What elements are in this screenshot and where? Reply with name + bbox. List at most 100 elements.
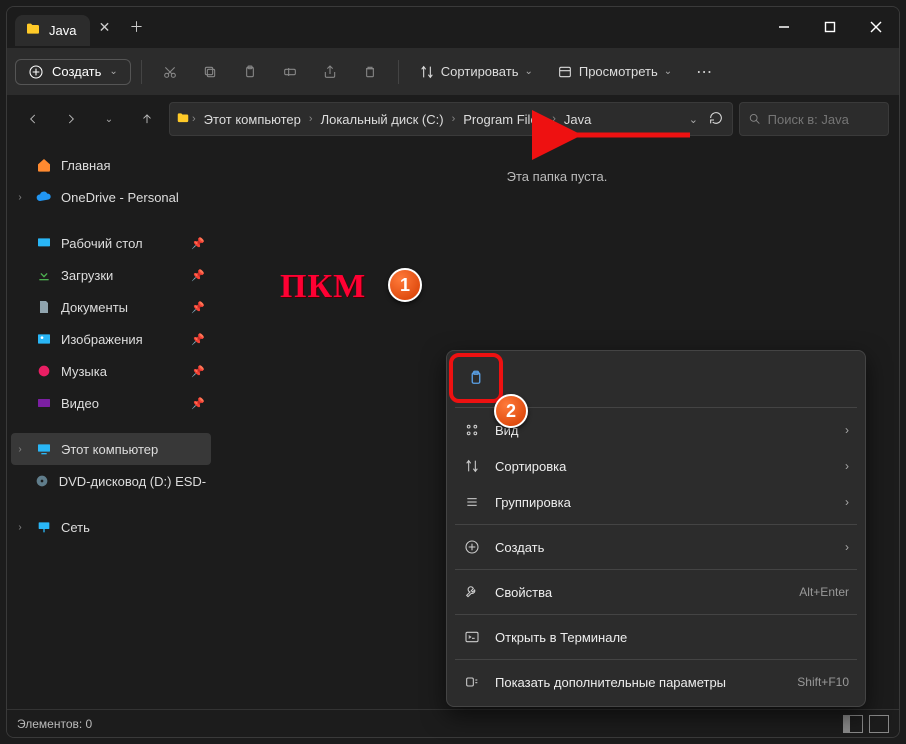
sidebar-item-thispc[interactable]: ›Этот компьютер [11, 433, 211, 465]
new-button[interactable]: Создать ⌄ [15, 59, 131, 85]
context-label: Открыть в Терминале [495, 630, 627, 645]
breadcrumb-item[interactable]: Program Files [457, 109, 550, 130]
chevron-right-icon: › [845, 423, 849, 437]
sidebar-item-network[interactable]: ›Сеть [7, 511, 215, 543]
sidebar-label: OneDrive - Personal [61, 190, 179, 205]
chevron-right-icon: › [845, 495, 849, 509]
more-button[interactable]: ⋯ [686, 56, 722, 88]
context-label: Сортировка [495, 459, 566, 474]
chevron-right-icon: › [452, 113, 456, 125]
sidebar-item-dvd[interactable]: DVD-дисковод (D:) ESD-IS [7, 465, 215, 497]
sidebar-label: Видео [61, 396, 99, 411]
search-box[interactable] [739, 102, 889, 136]
search-icon [748, 111, 762, 127]
sort-label: Сортировать [441, 64, 519, 79]
sort-button[interactable]: Сортировать ⌄ [409, 56, 543, 88]
delete-button[interactable] [352, 56, 388, 88]
refresh-button[interactable] [708, 110, 724, 129]
back-button[interactable] [17, 103, 49, 135]
context-label: Свойства [495, 585, 552, 600]
annotation-arrow [560, 123, 700, 152]
pin-icon: 📌 [191, 365, 205, 378]
pin-icon: 📌 [191, 333, 205, 346]
context-item-new[interactable]: Создать › [453, 529, 859, 565]
video-icon [35, 395, 53, 411]
context-item-terminal[interactable]: Открыть в Терминале [453, 619, 859, 655]
sidebar-item-onedrive[interactable]: ›OneDrive - Personal [7, 181, 215, 213]
forward-button[interactable] [55, 103, 87, 135]
pin-icon: 📌 [191, 397, 205, 410]
minimize-button[interactable] [761, 7, 807, 47]
group-icon [463, 494, 481, 510]
rename-button[interactable] [272, 56, 308, 88]
share-button[interactable] [312, 56, 348, 88]
context-item-properties[interactable]: Свойства Alt+Enter [453, 574, 859, 610]
shortcut-hint: Shift+F10 [797, 675, 849, 689]
up-button[interactable] [131, 103, 163, 135]
disc-icon [34, 473, 51, 489]
document-icon [35, 299, 53, 315]
paste-button[interactable] [232, 56, 268, 88]
recent-button[interactable]: ⌄ [93, 103, 125, 135]
sidebar-label: Этот компьютер [61, 442, 158, 457]
home-icon [35, 157, 53, 173]
tab-close-button[interactable]: ✕ [90, 13, 118, 41]
terminal-icon [463, 629, 481, 645]
tab-new-button[interactable]: ＋ [122, 13, 150, 41]
search-input[interactable] [768, 112, 880, 127]
new-button-label: Создать [52, 64, 101, 79]
shortcut-hint: Alt+Enter [799, 585, 849, 599]
context-item-more[interactable]: Показать дополнительные параметры Shift+… [453, 664, 859, 700]
sidebar-item-desktop[interactable]: Рабочий стол📌 [7, 227, 215, 259]
sidebar-label: Документы [61, 300, 128, 315]
chevron-down-icon: ⌄ [664, 66, 672, 77]
view-large-button[interactable] [869, 715, 889, 733]
chevron-down-icon: ⌄ [109, 66, 117, 77]
folder-icon [176, 111, 190, 128]
sidebar-item-videos[interactable]: Видео 📌 [7, 387, 215, 419]
chevron-right-icon: › [192, 113, 196, 125]
sidebar-item-music[interactable]: Музыка 📌 [7, 355, 215, 387]
sidebar-label: Музыка [61, 364, 107, 379]
pin-icon: 📌 [191, 237, 205, 250]
sidebar-item-documents[interactable]: Документы📌 [7, 291, 215, 323]
context-item-sort[interactable]: Сортировка › [453, 448, 859, 484]
breadcrumb-item[interactable]: Локальный диск (C:) [315, 109, 450, 130]
close-button[interactable] [853, 7, 899, 47]
navbar: ⌄ › Этот компьютер › Локальный диск (C:)… [7, 95, 899, 143]
music-icon [35, 363, 53, 379]
chevron-right-icon: › [845, 459, 849, 473]
copy-button[interactable] [192, 56, 228, 88]
view-button[interactable]: Просмотреть ⌄ [547, 56, 682, 88]
context-label: Показать дополнительные параметры [495, 675, 726, 690]
maximize-button[interactable] [807, 7, 853, 47]
tab-title: Java [49, 23, 76, 38]
annotation-text: ПКМ [280, 268, 366, 306]
more-options-icon [463, 674, 481, 690]
window-controls [761, 7, 899, 47]
sort-icon [463, 458, 481, 474]
view-details-button[interactable] [843, 715, 863, 733]
tab-java[interactable]: Java [15, 15, 90, 46]
download-icon [35, 267, 53, 283]
sidebar-label: DVD-дисковод (D:) ESD-IS [59, 474, 207, 489]
view-label: Просмотреть [579, 64, 658, 79]
cut-button[interactable] [152, 56, 188, 88]
sidebar-item-downloads[interactable]: Загрузки📌 [7, 259, 215, 291]
sidebar-item-home[interactable]: Главная [7, 149, 215, 181]
context-item-group[interactable]: Группировка › [453, 484, 859, 520]
sidebar-item-pictures[interactable]: Изображения 📌 [7, 323, 215, 355]
context-label: Создать [495, 540, 544, 555]
folder-icon [25, 21, 41, 40]
context-label: Группировка [495, 495, 571, 510]
titlebar: Java ✕ ＋ [7, 7, 899, 47]
sidebar-label: Главная [61, 158, 110, 173]
chevron-right-icon: › [845, 540, 849, 554]
pictures-icon [35, 331, 53, 347]
sidebar-label: Изображения [61, 332, 143, 347]
breadcrumb-item[interactable]: Этот компьютер [198, 109, 307, 130]
pc-icon [35, 441, 53, 457]
context-paste-button[interactable] [457, 361, 495, 395]
network-icon [35, 519, 53, 535]
toolbar: Создать ⌄ Сортировать ⌄ Просмотреть ⌄ ⋯ [7, 47, 899, 95]
